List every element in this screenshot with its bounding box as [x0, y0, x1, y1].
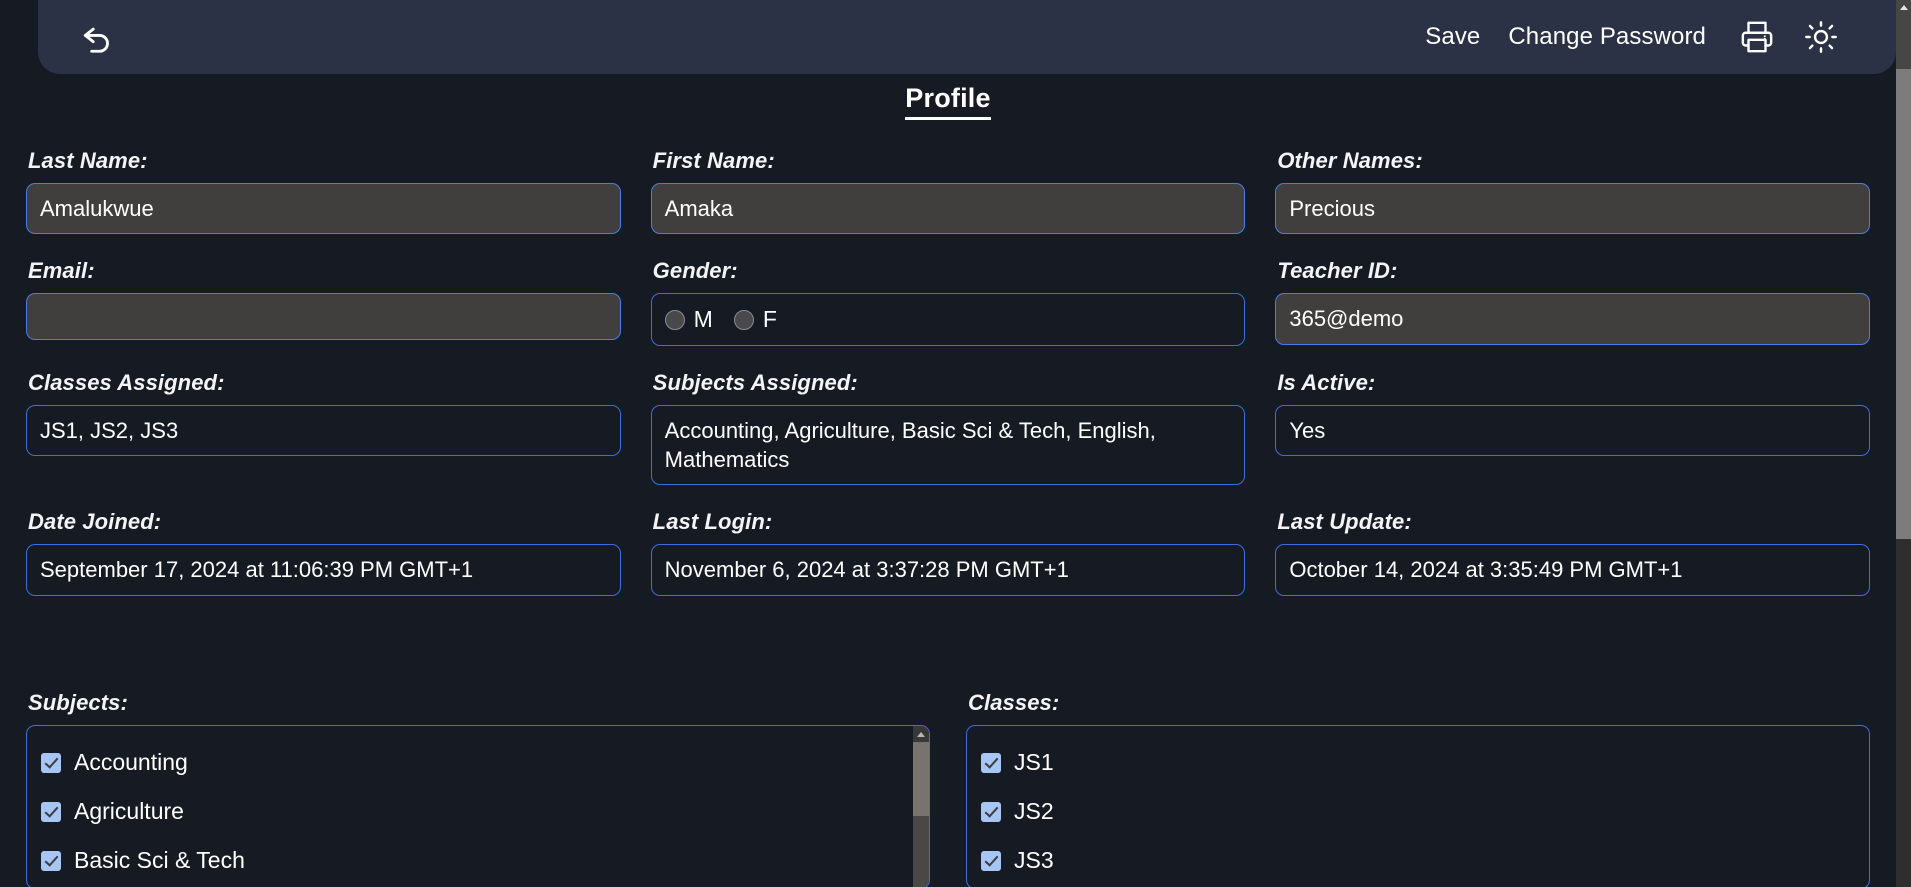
form-row-assignments: Classes Assigned: JS1, JS2, JS3 Subjects…	[26, 369, 1871, 486]
field-group-email: Email:	[26, 258, 621, 341]
teacher-id-input[interactable]: 365@demo	[1275, 293, 1871, 345]
date-joined-value: September 17, 2024 at 11:06:39 PM GMT+1	[26, 544, 621, 596]
list-item[interactable]: Basic Sci & Tech	[27, 836, 929, 885]
list-item[interactable]: JS2	[967, 787, 1869, 836]
first-name-label: First Name:	[652, 148, 775, 173]
classes-list-label: Classes:	[968, 690, 1060, 715]
row-spacer	[26, 346, 1870, 370]
row-spacer	[26, 234, 1870, 258]
subject-checkbox-agriculture[interactable]	[41, 801, 61, 822]
subject-checkbox-accounting[interactable]	[41, 752, 61, 773]
field-group-last-update: Last Update: October 14, 2024 at 3:35:49…	[1275, 509, 1871, 596]
field-group-subjects-assigned: Subjects Assigned: Accounting, Agricultu…	[650, 369, 1246, 486]
back-arrow-icon[interactable]	[74, 13, 122, 61]
last-login-label: Last Login:	[652, 509, 773, 535]
classes-assigned-value: JS1, JS2, JS3	[26, 404, 621, 457]
form-row-dates: Date Joined: September 17, 2024 at 11:06…	[26, 509, 1871, 596]
is-active-value: Yes	[1275, 404, 1871, 457]
row-spacer	[26, 485, 1870, 509]
field-group-classes-assigned: Classes Assigned: JS1, JS2, JS3	[26, 369, 621, 457]
other-names-label: Other Names:	[1277, 148, 1423, 173]
field-group-first-name: First Name: Amaka	[650, 148, 1246, 235]
date-joined-label: Date Joined:	[28, 509, 162, 535]
page-title: Profile	[0, 83, 1896, 120]
gender-radio-container: M F	[650, 293, 1246, 346]
page-scrollbar[interactable]	[1896, 0, 1911, 887]
printer-icon[interactable]	[1730, 10, 1784, 64]
list-item[interactable]: JS3	[967, 836, 1869, 885]
class-checkbox-js2[interactable]	[981, 801, 1001, 822]
top-app-bar: Save Change Password	[38, 0, 1896, 74]
subjects-list-column: Subjects: Accounting Agriculture Basic S…	[26, 690, 930, 887]
field-group-is-active: Is Active: Yes	[1275, 369, 1871, 457]
last-name-input[interactable]: Amalukwue	[26, 183, 621, 235]
page-scrollbar-thumb[interactable]	[1896, 69, 1911, 539]
classes-list-column: Classes: JS1 JS2 JS3	[966, 690, 1870, 887]
subjects-assigned-value: Accounting, Agriculture, Basic Sci & Tec…	[650, 404, 1246, 486]
list-item[interactable]: JS1	[967, 738, 1869, 787]
field-group-gender: Gender: M F	[650, 258, 1246, 346]
subjects-list-box[interactable]: Accounting Agriculture Basic Sci & Tech	[26, 725, 930, 887]
classes-list-box[interactable]: JS1 JS2 JS3	[966, 725, 1870, 887]
gender-radio-f[interactable]	[733, 309, 754, 330]
teacher-id-label: Teacher ID:	[1277, 258, 1398, 284]
list-item-label: Accounting	[74, 749, 188, 775]
save-button[interactable]: Save	[1411, 17, 1494, 57]
gender-radio-f-label: F	[762, 306, 777, 333]
subjects-list-label: Subjects:	[28, 690, 128, 715]
form-row-contact: Email: Gender: M F Teacher ID: 365@demo	[26, 258, 1871, 346]
header-actions: Save Change Password	[1411, 10, 1896, 64]
scroll-up-arrow-icon[interactable]	[913, 726, 929, 742]
gender-label: Gender:	[652, 258, 738, 284]
list-item-label: JS3	[1014, 847, 1054, 873]
scrollbar-thumb[interactable]	[913, 742, 929, 816]
is-active-label: Is Active:	[1277, 369, 1376, 395]
last-name-label: Last Name:	[28, 148, 148, 173]
list-item-label: JS1	[1014, 749, 1054, 775]
field-group-other-names: Other Names: Precious	[1275, 148, 1871, 235]
list-item[interactable]: Accounting	[27, 738, 929, 787]
gender-radio-m-label: M	[693, 306, 713, 333]
class-checkbox-js3[interactable]	[981, 850, 1001, 871]
list-item-label: Basic Sci & Tech	[74, 847, 245, 873]
profile-page: Save Change Password Profile Last Name: …	[0, 0, 1911, 887]
field-group-date-joined: Date Joined: September 17, 2024 at 11:06…	[26, 509, 621, 596]
change-password-button[interactable]: Change Password	[1494, 17, 1720, 57]
gender-radio-m[interactable]	[664, 309, 685, 330]
page-scroll-up-arrow-icon[interactable]	[1896, 0, 1911, 15]
field-group-last-login: Last Login: November 6, 2024 at 3:37:28 …	[650, 509, 1246, 596]
last-update-label: Last Update:	[1277, 509, 1412, 535]
field-group-teacher-id: Teacher ID: 365@demo	[1275, 258, 1871, 345]
gender-radio-group: M F	[664, 304, 789, 335]
subjects-assigned-label: Subjects Assigned:	[652, 369, 858, 395]
selection-lists: Subjects: Accounting Agriculture Basic S…	[0, 690, 1896, 887]
class-checkbox-js1[interactable]	[981, 752, 1001, 773]
form-row-names: Last Name: Amalukwue First Name: Amaka O…	[26, 148, 1871, 235]
subjects-list-scrollbar[interactable]	[913, 726, 929, 887]
list-item[interactable]: Agriculture	[27, 787, 929, 836]
last-update-value: October 14, 2024 at 3:35:49 PM GMT+1	[1275, 544, 1871, 596]
email-input[interactable]	[26, 293, 621, 341]
classes-assigned-label: Classes Assigned:	[28, 369, 225, 395]
list-item-label: JS2	[1014, 798, 1054, 824]
sun-icon[interactable]	[1794, 10, 1848, 64]
field-group-last-name: Last Name: Amalukwue	[26, 148, 621, 235]
page-title-text: Profile	[905, 83, 991, 120]
profile-form: Last Name: Amalukwue First Name: Amaka O…	[0, 148, 1896, 596]
page-scrollbar-track[interactable]	[1896, 15, 1911, 69]
list-item-label: Agriculture	[74, 798, 184, 824]
first-name-input[interactable]: Amaka	[650, 183, 1246, 235]
email-label: Email:	[28, 258, 95, 284]
last-login-value: November 6, 2024 at 3:37:28 PM GMT+1	[650, 544, 1246, 596]
subject-checkbox-basic-sci-tech[interactable]	[41, 850, 61, 871]
other-names-input[interactable]: Precious	[1275, 183, 1871, 235]
